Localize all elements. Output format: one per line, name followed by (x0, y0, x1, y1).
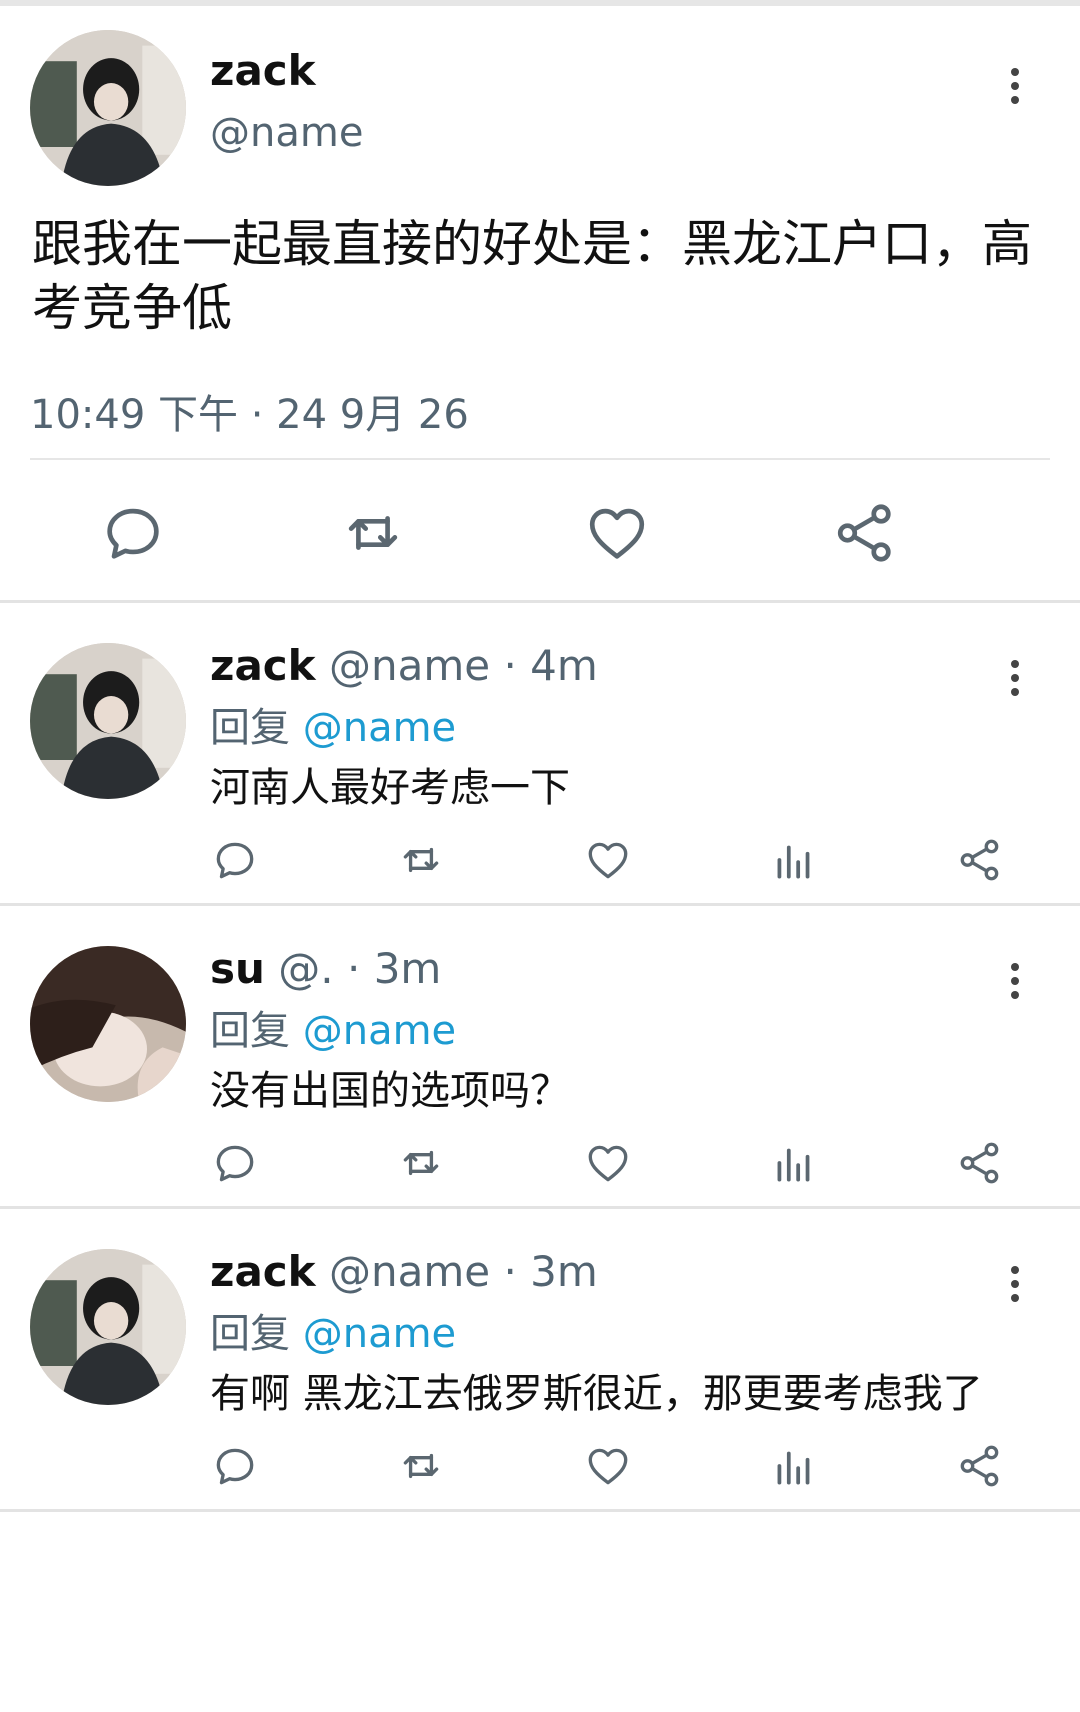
reply-author-name[interactable]: zack (210, 641, 316, 690)
reply-item[interactable]: su @. · 3m 回复 @name 没有出国的选项吗？ (0, 906, 1080, 1206)
reply-author-handle[interactable]: @name (329, 1247, 490, 1296)
reply-time: 3m (373, 944, 442, 993)
author-handle[interactable]: @name (210, 110, 363, 156)
share-icon[interactable] (955, 1138, 1005, 1188)
reply-to-mention[interactable]: @name (303, 1311, 456, 1357)
reply-item[interactable]: zack @name · 3m 回复 @name 有啊 黑龙江去俄罗斯很近，那更… (0, 1209, 1080, 1509)
reply-author-name[interactable]: zack (210, 1247, 316, 1296)
reply-time: 4m (530, 641, 598, 690)
tweet-timestamp: 10:49 下午 · 24 9月 26 (30, 392, 469, 438)
section-divider (0, 1509, 1080, 1512)
reply-author-handle[interactable]: @. (278, 944, 333, 993)
comment-bubble-icon[interactable] (210, 1138, 260, 1188)
comment-bubble-icon[interactable] (210, 1441, 260, 1491)
meta-separator: · (503, 641, 517, 690)
divider (30, 458, 1050, 460)
reply-text: 没有出国的选项吗？ (210, 1068, 570, 1114)
heart-icon[interactable] (583, 835, 633, 885)
meta-separator: · (503, 1247, 517, 1296)
reply-item[interactable]: zack @name · 4m 回复 @name 河南人最好考虑一下 (0, 603, 1080, 903)
share-icon[interactable] (955, 1441, 1005, 1491)
reply-text: 河南人最好考虑一下 (210, 765, 570, 811)
reply-to-line: 回复 @name (210, 695, 456, 753)
tweet-text: 跟我在一起最直接的好处是：黑龙江户口，高考竞争低 (32, 215, 1032, 337)
retweet-icon[interactable] (338, 498, 408, 568)
meta-separator: · (346, 944, 361, 993)
heart-icon[interactable] (582, 498, 652, 568)
comment-bubble-icon[interactable] (98, 498, 168, 568)
retweet-icon[interactable] (396, 1441, 446, 1491)
reply-author-handle[interactable]: @name (329, 641, 490, 690)
reply-prefix: 回复 (210, 705, 290, 751)
author-name[interactable]: zack (210, 46, 316, 95)
bar-chart-icon[interactable] (769, 835, 819, 885)
comment-bubble-icon[interactable] (210, 835, 260, 885)
heart-icon[interactable] (583, 1441, 633, 1491)
avatar-su[interactable] (30, 946, 186, 1102)
reply-author-name[interactable]: su (210, 944, 265, 993)
avatar-image (30, 30, 186, 186)
share-icon[interactable] (830, 498, 900, 568)
avatar-image (30, 1249, 186, 1405)
reply-to-line: 回复 @name (210, 998, 456, 1056)
reply-to-line: 回复 @name (210, 1301, 456, 1359)
retweet-icon[interactable] (396, 835, 446, 885)
reply-to-mention[interactable]: @name (303, 1008, 456, 1054)
avatar-zack[interactable] (30, 30, 186, 186)
avatar-image (30, 643, 186, 799)
more-vertical-icon[interactable] (1000, 653, 1030, 703)
bar-chart-icon[interactable] (769, 1441, 819, 1491)
more-vertical-icon[interactable] (1000, 1259, 1030, 1309)
reply-meta: zack @name · 3m (210, 1247, 598, 1296)
reply-meta: zack @name · 4m (210, 641, 598, 690)
avatar-zack[interactable] (30, 1249, 186, 1405)
avatar-image (30, 946, 186, 1102)
retweet-icon[interactable] (396, 1138, 446, 1188)
bar-chart-icon[interactable] (769, 1138, 819, 1188)
reply-to-mention[interactable]: @name (303, 705, 456, 751)
share-icon[interactable] (955, 835, 1005, 885)
tweet-actions (0, 498, 1080, 568)
reply-prefix: 回复 (210, 1311, 290, 1357)
heart-icon[interactable] (583, 1138, 633, 1188)
more-vertical-icon[interactable] (1000, 61, 1030, 111)
main-tweet: zack @name 跟我在一起最直接的好处是：黑龙江户口，高考竞争低 10:4… (0, 6, 1080, 606)
reply-text: 有啊 黑龙江去俄罗斯很近，那更要考虑我了 (210, 1371, 983, 1417)
reply-time: 3m (530, 1247, 598, 1296)
reply-prefix: 回复 (210, 1008, 290, 1054)
more-vertical-icon[interactable] (1000, 956, 1030, 1006)
avatar-zack[interactable] (30, 643, 186, 799)
reply-meta: su @. · 3m (210, 944, 441, 993)
